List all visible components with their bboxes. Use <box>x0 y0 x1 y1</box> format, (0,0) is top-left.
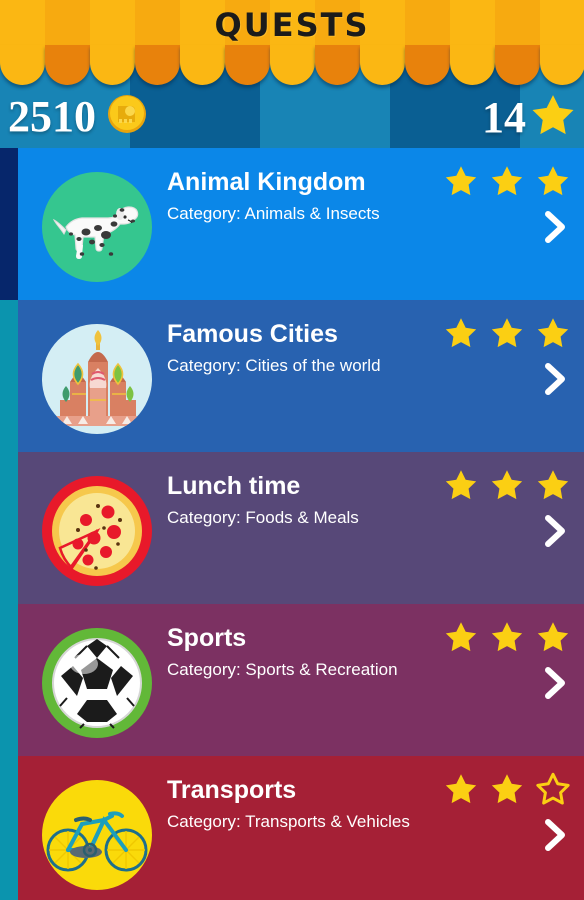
row-edge-indicator <box>0 604 18 756</box>
star-filled-icon <box>490 316 524 355</box>
chevron-right-icon[interactable] <box>540 666 570 700</box>
awning-scallop <box>135 45 180 85</box>
star-count: 14 <box>482 96 526 140</box>
coin-count: 2510 <box>8 95 96 139</box>
quest-row[interactable]: Famous Cities Category: Cities of the wor… <box>0 300 584 452</box>
row-edge-indicator <box>0 756 18 900</box>
quest-title: Transports <box>167 776 296 805</box>
star-filled-icon <box>490 468 524 507</box>
chevron-right-icon[interactable] <box>540 362 570 396</box>
saint-basil-cathedral-icon <box>42 324 152 434</box>
header-bar: QUESTS 2510 14 <box>0 0 584 148</box>
quest-row[interactable]: Sports Category: Sports & Recreation <box>0 604 584 756</box>
quest-category: Category: Cities of the world <box>167 356 381 376</box>
awning-scallop <box>45 45 90 85</box>
quest-row-body[interactable]: Sports Category: Sports & Recreation <box>18 604 584 756</box>
awning-scallop <box>225 45 270 85</box>
star-filled-icon <box>444 620 478 659</box>
star-filled-icon <box>490 164 524 203</box>
awning-scallop <box>495 45 540 85</box>
chevron-right-icon[interactable] <box>540 514 570 548</box>
star-empty-icon <box>536 772 570 811</box>
quest-title: Famous Cities <box>167 320 338 349</box>
awning-scallop <box>450 45 495 85</box>
star-filled-icon <box>536 316 570 355</box>
quest-row-body[interactable]: Famous Cities Category: Cities of the wor… <box>18 300 584 452</box>
quest-category: Category: Foods & Meals <box>167 508 359 528</box>
quest-row[interactable]: Transports Category: Transports & Vehicle… <box>0 756 584 900</box>
row-edge-indicator <box>0 148 18 300</box>
pizza-icon <box>42 476 152 586</box>
star-filled-icon <box>490 620 524 659</box>
awning-scallop <box>540 45 584 85</box>
quest-title: Sports <box>167 624 246 653</box>
chevron-right-icon[interactable] <box>540 818 570 852</box>
awning-scallop <box>90 45 135 85</box>
quest-title: Lunch time <box>167 472 300 501</box>
star-filled-icon <box>444 164 478 203</box>
quest-category: Category: Sports & Recreation <box>167 660 398 680</box>
star-filled-icon <box>444 316 478 355</box>
awning-scallop <box>270 45 315 85</box>
quest-row[interactable]: Animal Kingdom Category: Animals & Insect… <box>0 148 584 300</box>
quest-title: Animal Kingdom <box>167 168 366 197</box>
star-icon <box>530 92 576 143</box>
quest-star-rating <box>444 164 570 203</box>
star-filled-icon <box>536 164 570 203</box>
star-filled-icon <box>536 620 570 659</box>
awning-scallop <box>0 45 45 85</box>
star-filled-icon <box>536 468 570 507</box>
star-counter: 14 <box>482 92 576 143</box>
awning-scallops <box>0 45 584 85</box>
awning-scallop <box>360 45 405 85</box>
bicycle-icon <box>42 780 152 890</box>
quest-row-body[interactable]: Animal Kingdom Category: Animals & Insect… <box>18 148 584 300</box>
awning-scallop <box>315 45 360 85</box>
page-title: QUESTS <box>0 6 584 44</box>
quest-row-body[interactable]: Lunch time Category: Foods & Meals <box>18 452 584 604</box>
row-edge-indicator <box>0 452 18 604</box>
awning-scallop <box>180 45 225 85</box>
dalmatian-dog-icon <box>42 172 152 282</box>
coin-counter: 2510 <box>8 92 149 141</box>
quest-category: Category: Transports & Vehicles <box>167 812 410 832</box>
chevron-right-icon[interactable] <box>540 210 570 244</box>
quest-star-rating <box>444 468 570 507</box>
quest-row[interactable]: Lunch time Category: Foods & Meals <box>0 452 584 604</box>
soccer-ball-icon <box>42 628 152 738</box>
star-filled-icon <box>490 772 524 811</box>
row-edge-indicator <box>0 300 18 452</box>
star-filled-icon <box>444 468 478 507</box>
quest-row-body[interactable]: Transports Category: Transports & Vehicle… <box>18 756 584 900</box>
star-filled-icon <box>444 772 478 811</box>
quest-list[interactable]: Animal Kingdom Category: Animals & Insect… <box>0 148 584 900</box>
quest-star-rating <box>444 772 570 811</box>
coin-icon <box>105 92 149 141</box>
quest-category: Category: Animals & Insects <box>167 204 380 224</box>
quest-star-rating <box>444 620 570 659</box>
quest-star-rating <box>444 316 570 355</box>
awning-scallop <box>405 45 450 85</box>
